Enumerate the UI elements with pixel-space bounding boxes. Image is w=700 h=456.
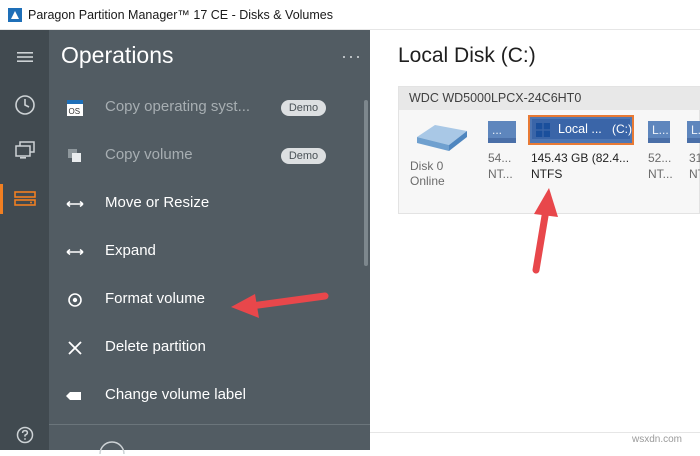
demo-badge: Demo: [281, 148, 326, 164]
more-options-button[interactable]: ···: [341, 46, 362, 67]
hamburger-icon: [16, 52, 33, 62]
op-delete-partition[interactable]: Delete partition: [49, 326, 361, 370]
annotation-arrow-icon: [532, 188, 558, 274]
volume-drive-letter: (C:): [612, 122, 632, 136]
volume-block-c[interactable]: Local ... (C:): [528, 115, 634, 145]
format-icon: [68, 293, 82, 307]
volume-block-4[interactable]: L...: [687, 121, 700, 143]
op-copy-os[interactable]: OS Copy operating syst... Demo: [49, 86, 361, 130]
disk-status: Online: [410, 174, 445, 188]
partition-button[interactable]: [0, 180, 49, 218]
delete-icon: [68, 341, 82, 355]
volume-size: 145.43 GB (82.4...: [531, 151, 630, 165]
volume-block-3[interactable]: L...: [648, 121, 670, 143]
app-logo-icon: [8, 8, 22, 22]
navigation-rail: [0, 30, 49, 450]
operations-divider: [49, 424, 370, 425]
op-expand[interactable]: Expand: [49, 230, 361, 274]
disk-header: WDC WD5000LPCX-24C6HT0: [399, 87, 700, 110]
menu-button[interactable]: [0, 38, 49, 76]
help-button[interactable]: [0, 416, 49, 454]
title-bar: Paragon Partition Manager™ 17 CE - Disks…: [0, 0, 700, 30]
monitors-icon: [14, 141, 35, 159]
op-change-volume-label[interactable]: Change volume label: [49, 374, 361, 418]
page-title: Local Disk (C:): [398, 44, 536, 67]
volume-label: L...: [652, 123, 669, 137]
clock-icon: [14, 95, 35, 115]
backup-button[interactable]: [0, 132, 49, 170]
volume-block-fill: Local ... (C:): [532, 119, 632, 139]
disk-stack-icon: [13, 191, 36, 206]
volume-label: L...: [691, 123, 700, 137]
op-copy-volume[interactable]: Copy volume Demo: [49, 134, 361, 178]
volume-fs: NT: [689, 167, 700, 181]
disk-model: WDC WD5000LPCX-24C6HT0: [409, 91, 582, 105]
watermark: wsxdn.com: [632, 434, 683, 445]
expand-arrows-icon: [66, 248, 84, 256]
op-label: Change volume label: [105, 386, 246, 403]
volume-block-1[interactable]: ...: [488, 121, 516, 143]
resize-arrows-icon: [66, 200, 84, 208]
window-title: Paragon Partition Manager™ 17 CE - Disks…: [28, 8, 333, 22]
windows-logo-icon: [536, 123, 550, 137]
op-move-resize[interactable]: Move or Resize: [49, 182, 361, 226]
operations-scrollbar[interactable]: [364, 100, 368, 266]
hard-disk-icon: [417, 125, 467, 151]
help-icon: [16, 426, 33, 444]
status-divider: [370, 432, 700, 433]
os-icon: OS: [67, 100, 83, 116]
op-label: Move or Resize: [105, 194, 210, 211]
op-label: Delete partition: [105, 338, 206, 355]
operations-title: Operations: [61, 42, 174, 68]
volume-size: 52...: [648, 151, 672, 165]
op-label: Copy volume: [105, 146, 193, 163]
op-label: Format volume: [105, 290, 206, 307]
volume-fs: NT...: [488, 167, 513, 181]
history-button[interactable]: [0, 86, 49, 124]
volume-size: 54...: [488, 151, 512, 165]
svg-text:OS: OS: [69, 107, 81, 116]
op-label: Copy operating syst...: [105, 98, 251, 115]
demo-badge: Demo: [281, 100, 326, 116]
label-icon: [66, 392, 81, 400]
volume-label: ...: [492, 123, 503, 137]
gauge-icon: [99, 441, 125, 455]
volume-size: 31: [689, 151, 700, 165]
disk-name: Disk 0: [410, 159, 444, 173]
annotation-arrow-icon: [231, 292, 329, 318]
volume-fs: NT...: [648, 167, 673, 181]
operations-panel: Operations ··· OS Copy operating syst...…: [49, 30, 370, 455]
copy-icon: [68, 149, 81, 162]
main-content: Local Disk (C:) WDC WD5000LPCX-24C6HT0 D…: [370, 30, 700, 450]
volume-fs: NTFS: [531, 167, 563, 181]
volume-label: Local ...: [558, 122, 602, 136]
op-label: Expand: [105, 242, 156, 259]
